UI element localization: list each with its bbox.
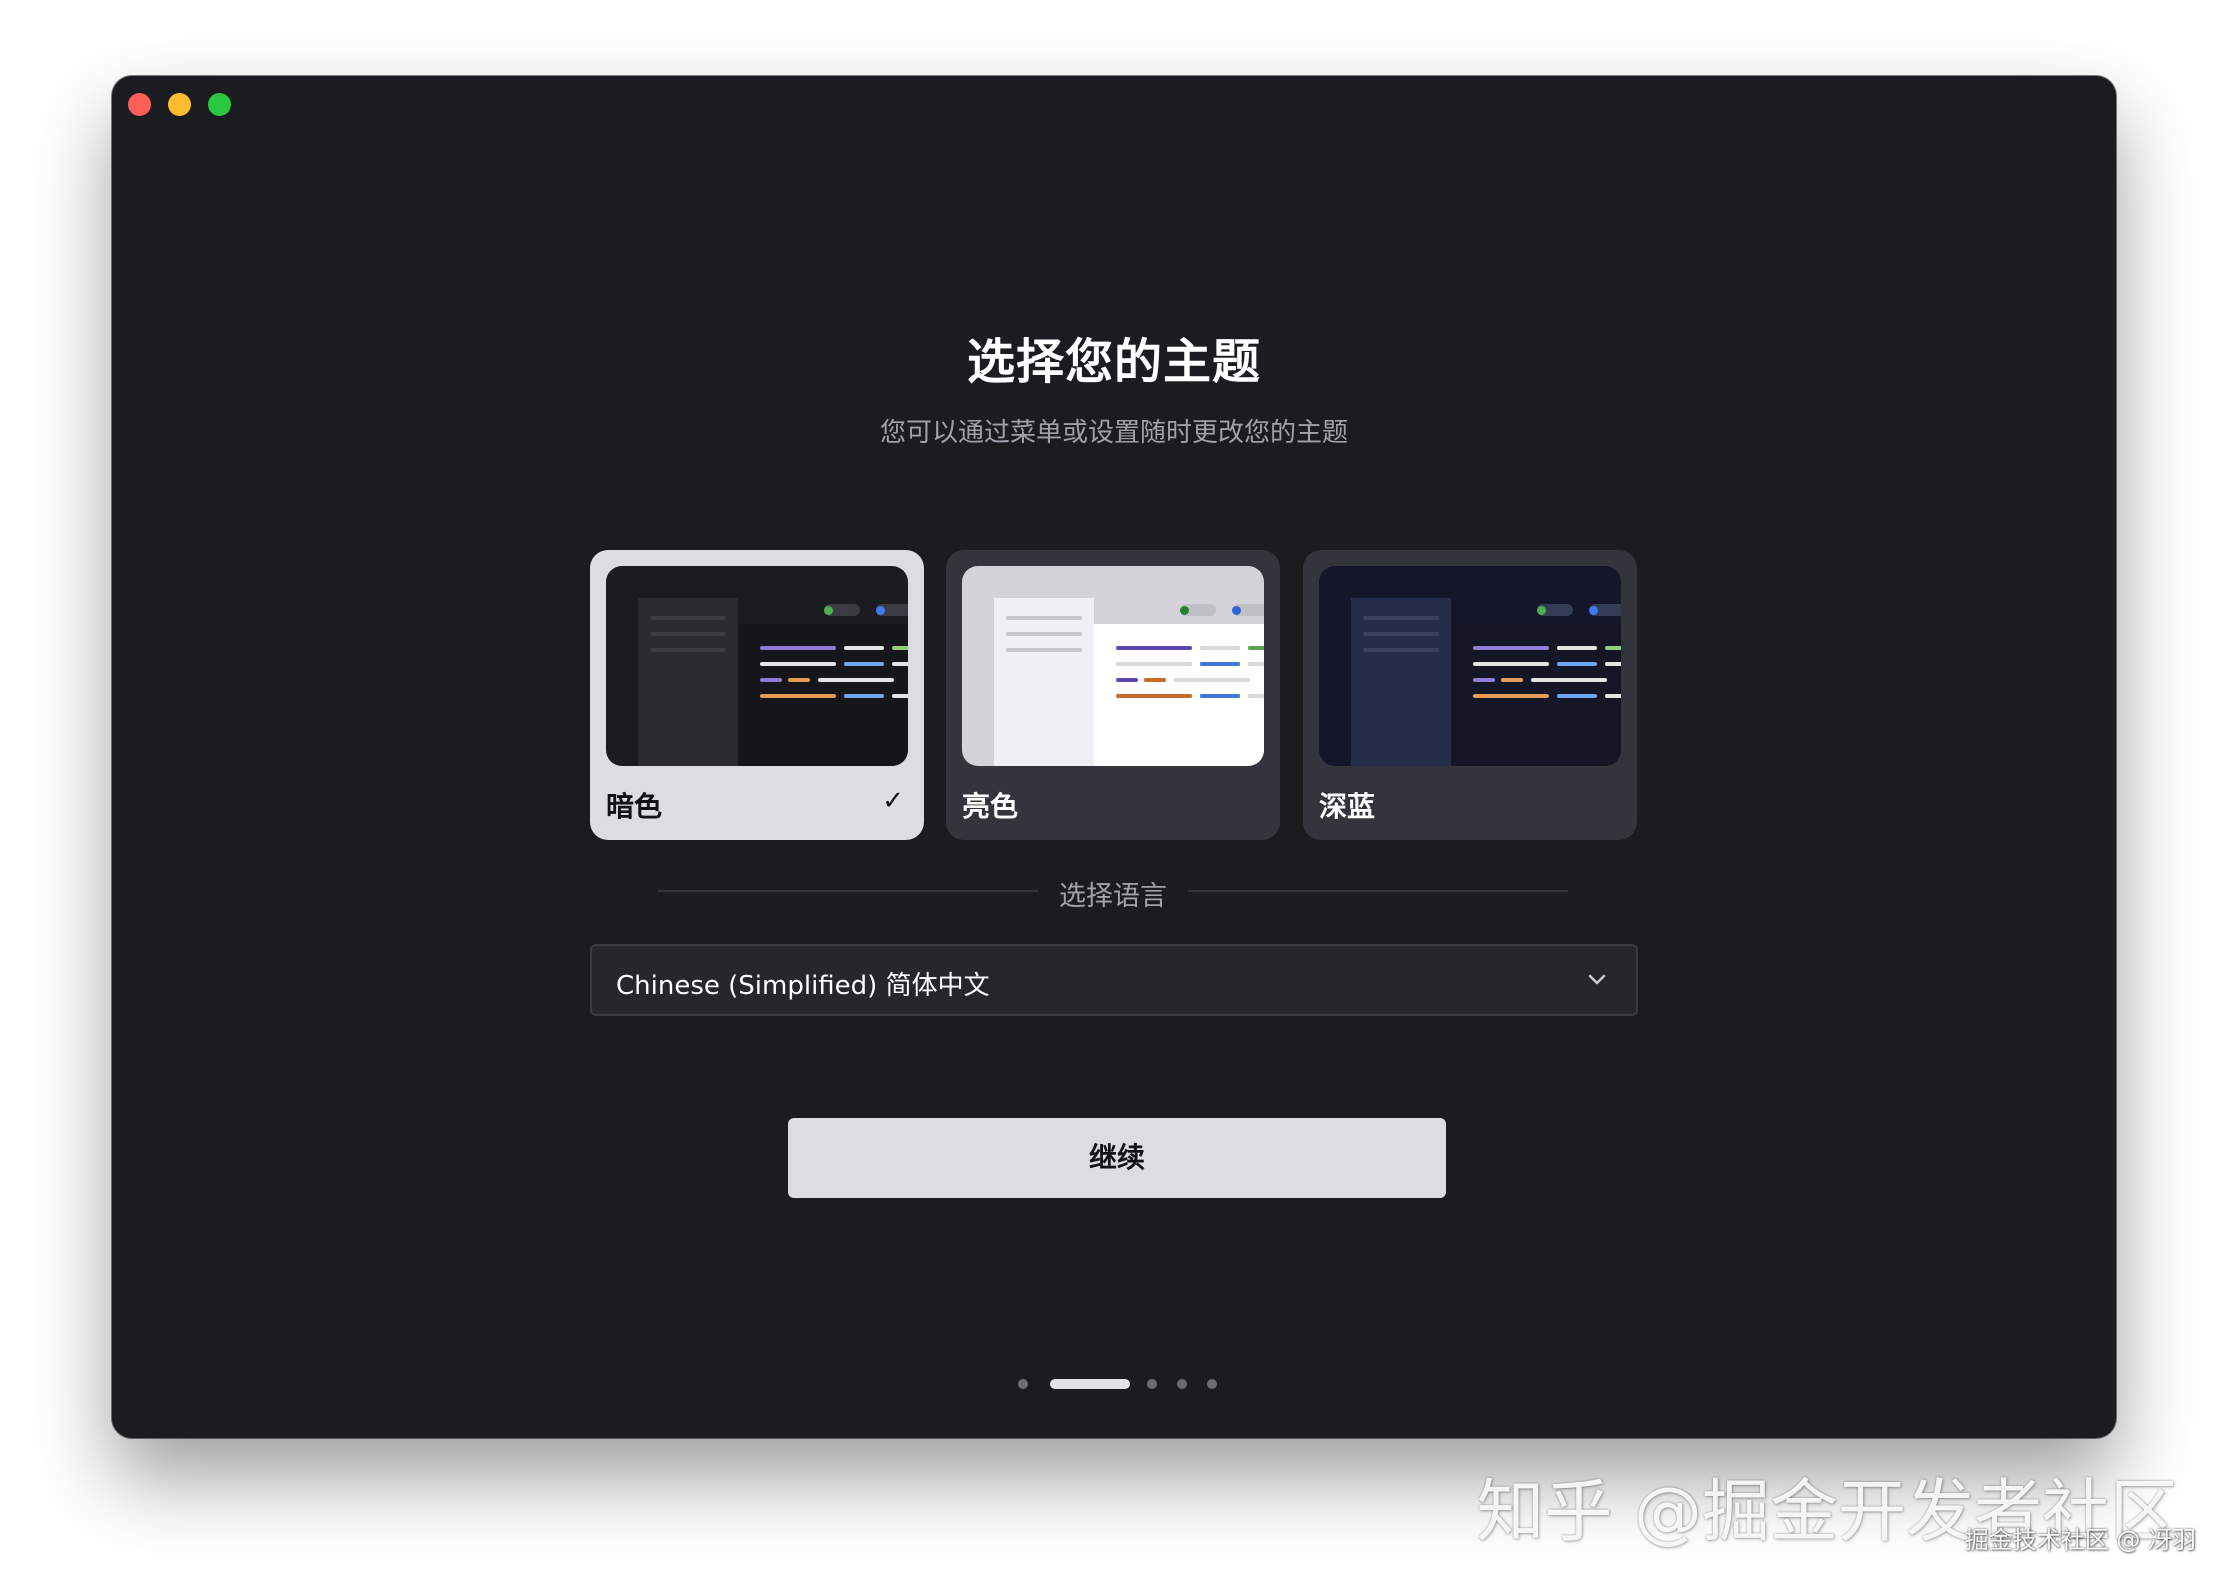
- language-select[interactable]: Chinese (Simplified) 简体中文: [590, 944, 1638, 1016]
- page-dot-4[interactable]: [1177, 1379, 1187, 1389]
- window-controls: [128, 93, 231, 116]
- app-window: 选择您的主题 您可以通过菜单或设置随时更改您的主题 暗色 ✓ 亮色 深蓝 选择语…: [112, 76, 2116, 1438]
- language-select-value: Chinese (Simplified) 简体中文: [616, 971, 990, 1001]
- divider-left: [658, 890, 1038, 892]
- language-section-label: 选择语言: [1059, 881, 1167, 912]
- page-dot-1[interactable]: [1018, 1379, 1028, 1389]
- theme-label-deep-blue: 深蓝: [1319, 790, 1376, 823]
- close-window-button[interactable]: [128, 93, 151, 116]
- theme-option-deep-blue[interactable]: 深蓝: [1303, 550, 1637, 840]
- theme-preview-light: [962, 566, 1264, 766]
- minimize-window-button[interactable]: [168, 93, 191, 116]
- pagination-dots: [112, 1379, 2116, 1389]
- theme-label-dark: 暗色: [606, 790, 663, 823]
- theme-preview-dark: [606, 566, 908, 766]
- theme-option-dark[interactable]: 暗色 ✓: [590, 550, 924, 840]
- theme-label-light: 亮色: [962, 790, 1019, 823]
- page-dot-5[interactable]: [1207, 1379, 1217, 1389]
- continue-button[interactable]: 继续: [788, 1118, 1446, 1198]
- chevron-down-icon: [1588, 974, 1606, 985]
- page-dot-3[interactable]: [1147, 1379, 1157, 1389]
- checkmark-icon: ✓: [882, 786, 904, 816]
- page-title: 选择您的主题: [966, 334, 1261, 390]
- page-subtitle: 您可以通过菜单或设置随时更改您的主题: [879, 418, 1348, 448]
- page-dot-2-active[interactable]: [1050, 1379, 1130, 1389]
- watermark-sub: 掘金技术社区 @ 冴羽: [1964, 1526, 2196, 1554]
- divider-right: [1188, 890, 1568, 892]
- theme-preview-deep-blue: [1319, 566, 1621, 766]
- maximize-window-button[interactable]: [208, 93, 231, 116]
- theme-option-light[interactable]: 亮色: [946, 550, 1280, 840]
